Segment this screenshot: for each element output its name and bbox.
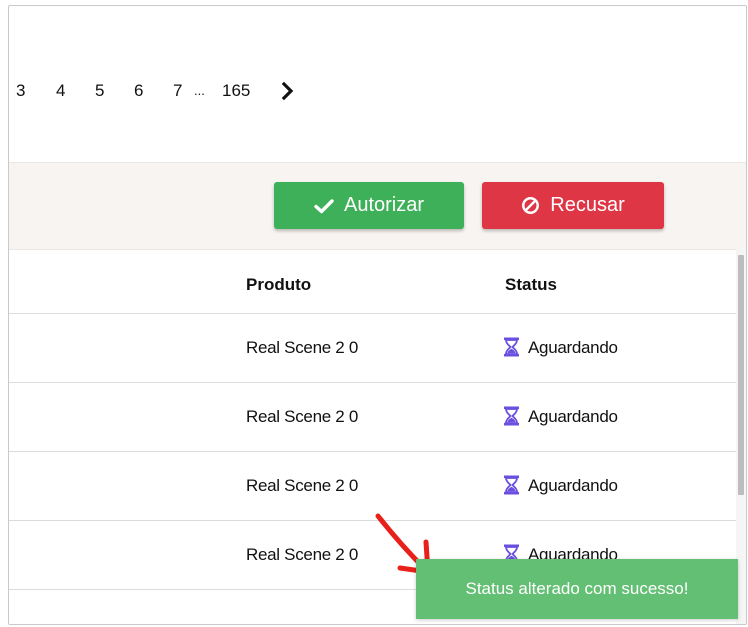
page-link-4[interactable]: 4	[56, 76, 65, 106]
check-icon	[314, 198, 334, 213]
status-cell: Aguardando	[503, 406, 618, 427]
table-row[interactable]: Real Scene 2 0 Aguardando	[9, 383, 736, 452]
reject-button-label: Recusar	[550, 194, 625, 216]
page-link-3[interactable]: 3	[16, 76, 25, 106]
page-link-6[interactable]: 6	[134, 76, 143, 106]
table-header: Produto Status	[9, 249, 736, 314]
reject-button[interactable]: Recusar	[482, 182, 664, 229]
bulk-action-bar: Autorizar Recusar	[9, 162, 746, 250]
table-row[interactable]: Real Scene 2 0 Aguardando	[9, 314, 736, 383]
status-cell: Aguardando	[503, 337, 618, 358]
authorize-button[interactable]: Autorizar	[274, 182, 464, 229]
product-cell: Real Scene 2 0	[246, 338, 359, 357]
status-label: Aguardando	[528, 476, 618, 495]
next-page-button[interactable]	[277, 81, 297, 101]
page-link-7[interactable]: 7	[173, 76, 182, 106]
ban-icon	[522, 197, 540, 214]
hourglass-icon	[504, 406, 519, 426]
pagination-ellipsis: ...	[194, 83, 205, 98]
status-cell: Aguardando	[503, 475, 618, 496]
status-label: Aguardando	[528, 407, 618, 426]
column-header-product[interactable]: Produto	[246, 275, 311, 295]
product-cell: Real Scene 2 0	[246, 407, 359, 426]
column-header-status[interactable]: Status	[505, 275, 557, 295]
page-link-last[interactable]: 165	[222, 76, 250, 106]
scrollbar-thumb[interactable]	[738, 255, 744, 495]
product-cell: Real Scene 2 0	[246, 545, 359, 564]
page-link-5[interactable]: 5	[95, 76, 104, 106]
hourglass-icon	[504, 337, 519, 357]
hourglass-icon	[504, 475, 519, 495]
toast-message: Status alterado com sucesso!	[465, 579, 689, 598]
success-toast[interactable]: Status alterado com sucesso!	[416, 559, 738, 619]
chevron-right-icon	[281, 81, 294, 101]
status-label: Aguardando	[528, 338, 618, 357]
authorize-button-label: Autorizar	[343, 194, 425, 216]
product-cell: Real Scene 2 0	[246, 476, 359, 495]
